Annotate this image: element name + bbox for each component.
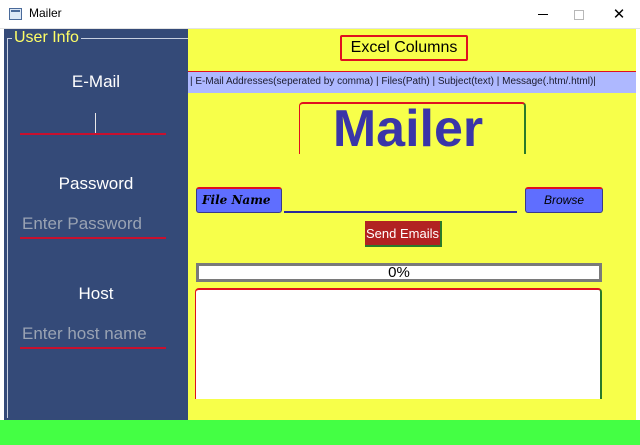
mailer-title-box: Mailer (299, 100, 526, 158)
log-text-area[interactable] (195, 288, 602, 399)
progress-text: 0% (388, 264, 410, 281)
send-emails-button[interactable]: Send Emails (365, 221, 442, 247)
window-title: Mailer (29, 6, 62, 20)
title-bar[interactable]: Mailer ✕ (0, 0, 640, 29)
text-caret (95, 113, 96, 133)
file-name-label: File Name (196, 187, 282, 213)
mailer-title: Mailer (332, 100, 484, 158)
excel-columns-info: | E-Mail Addresses(seperated by comma) |… (188, 71, 636, 93)
app-window-icon (9, 8, 22, 20)
progress-bar: 0% (196, 263, 602, 282)
maximize-icon (574, 9, 584, 20)
host-field[interactable] (20, 321, 166, 349)
password-label: Password (58, 174, 134, 193)
user-info-panel: User Info E-Mail Password Host (4, 29, 188, 420)
close-icon: ✕ (612, 5, 626, 23)
close-button[interactable]: ✕ (596, 0, 640, 29)
password-field[interactable] (20, 211, 166, 239)
file-name-input[interactable] (284, 211, 517, 213)
minimize-icon (538, 14, 548, 15)
email-label: E-Mail (71, 72, 121, 91)
email-field[interactable] (20, 107, 166, 135)
host-label: Host (78, 284, 114, 303)
mailer-window: Mailer ✕ User Info E-Mail Password Host … (0, 0, 640, 445)
mailer-main-panel: Excel Columns | E-Mail Addresses(seperat… (188, 29, 636, 420)
status-bar (0, 420, 640, 445)
excel-columns-button[interactable]: Excel Columns (340, 35, 468, 61)
user-info-group-title: User Info (12, 29, 81, 47)
browse-button[interactable]: Browse (525, 187, 603, 213)
